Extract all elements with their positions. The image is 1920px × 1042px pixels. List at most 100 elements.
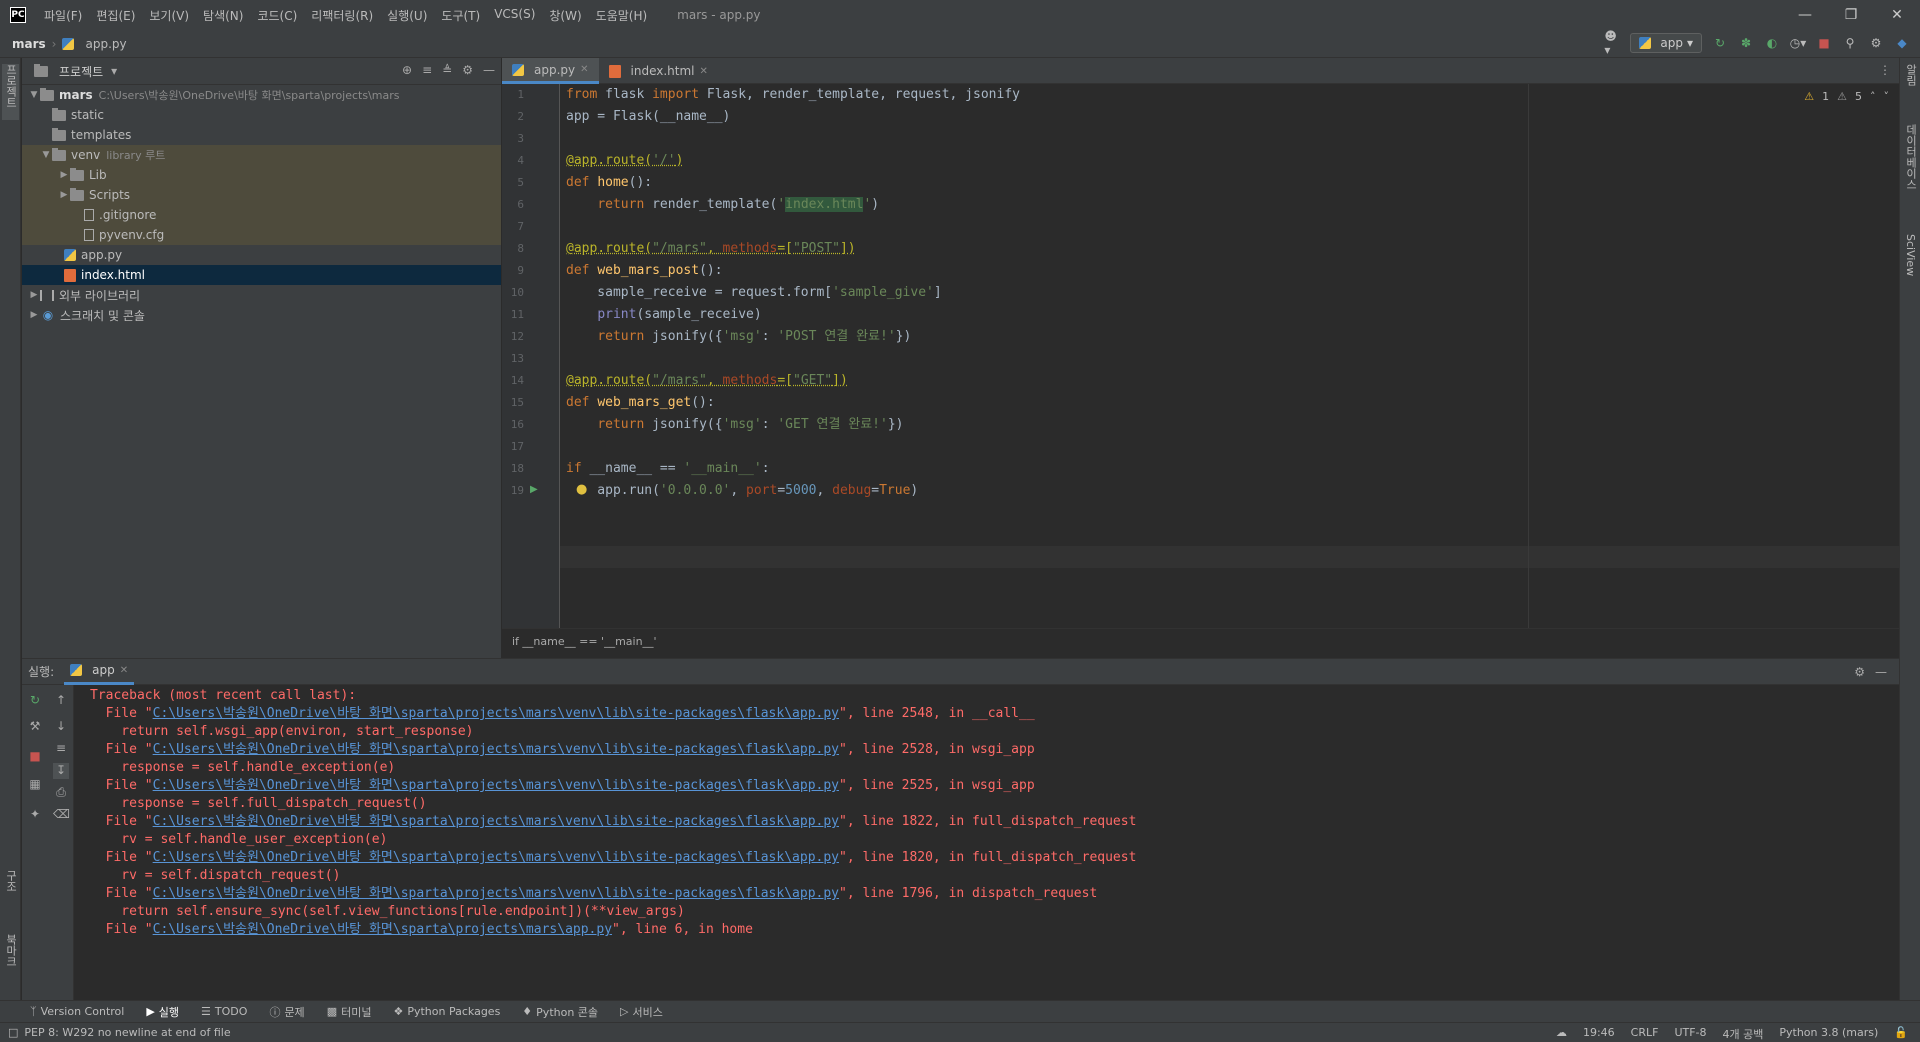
tab-index-html[interactable]: index.html ✕ (599, 58, 718, 84)
soft-wrap-icon[interactable]: ≡ (53, 741, 69, 757)
traceback-file-link[interactable]: C:\Users\박송원\OneDrive\바탕 화면\sparta\proje… (153, 706, 839, 721)
run-settings-gear-icon[interactable]: ⚙ (1854, 665, 1865, 679)
expand-arrow-icon[interactable]: ▶ (58, 190, 70, 200)
print-icon[interactable]: ⎙ (53, 785, 69, 801)
stop-icon[interactable]: ■ (27, 749, 43, 765)
coverage-icon[interactable]: ◐ (1764, 35, 1780, 51)
menu-navigate[interactable]: 탐색(N) (203, 7, 243, 24)
status-square-icon[interactable]: □ (8, 1026, 18, 1039)
menu-vcs[interactable]: VCS(S) (494, 7, 535, 24)
tree-item-venv[interactable]: ▼ venv library 루트 (22, 145, 501, 165)
tool-python-packages[interactable]: ❖ Python Packages (393, 1005, 500, 1018)
profile-icon[interactable]: ◷▾ (1790, 35, 1807, 51)
tree-item-pyvenv-cfg[interactable]: pyvenv.cfg (22, 225, 501, 245)
tree-item-external-libraries[interactable]: ▶ 외부 라이브러리 (22, 285, 501, 305)
scroll-to-end-icon[interactable]: ↧ (53, 763, 69, 779)
project-panel-title[interactable]: 프로젝트 (59, 63, 103, 80)
minimize-button[interactable]: — (1782, 0, 1828, 30)
menu-view[interactable]: 보기(V) (149, 7, 189, 24)
bookmarks-tool-tab[interactable]: 북마크 (2, 934, 19, 984)
tool-python-console[interactable]: ♦ Python 콘솔 (522, 1004, 598, 1020)
expand-arrow-icon[interactable]: ▶ (28, 290, 40, 300)
menu-window[interactable]: 창(W) (549, 7, 581, 24)
expand-arrow-icon[interactable]: ▶ (28, 310, 40, 320)
tree-item-templates[interactable]: templates (22, 125, 501, 145)
search-icon[interactable]: ⚲ (1842, 35, 1858, 51)
tab-app-py[interactable]: app.py ✕ (502, 58, 599, 84)
wrench-icon[interactable]: ⚒ (27, 719, 43, 735)
tree-item-scripts[interactable]: ▶ Scripts (22, 185, 501, 205)
pin-icon[interactable]: ✦ (27, 807, 43, 823)
hide-panel-icon[interactable]: — (1875, 665, 1887, 679)
close-tab-icon[interactable]: ✕ (580, 64, 588, 75)
menu-refactor[interactable]: 리팩터링(R) (311, 7, 373, 24)
settings-gear-icon[interactable]: ⚙ (1868, 35, 1884, 51)
tool-run[interactable]: ▶ 실행 (146, 1004, 179, 1020)
close-window-button[interactable]: ✕ (1874, 0, 1920, 30)
background-tasks-icon[interactable]: ☁ (1556, 1026, 1567, 1042)
lock-icon[interactable]: 🔓 (1894, 1026, 1908, 1042)
menu-run[interactable]: 실행(U) (387, 7, 427, 24)
expand-all-icon[interactable]: ≡ (422, 63, 432, 77)
menu-edit[interactable]: 편집(E) (96, 7, 135, 24)
tool-todo[interactable]: ☰ TODO (201, 1005, 247, 1018)
tree-item-scratches[interactable]: ▶ ◉ 스크래치 및 콘솔 (22, 305, 501, 325)
run-config-selector[interactable]: app ▾ (1630, 33, 1702, 53)
menu-tools[interactable]: 도구(T) (441, 7, 480, 24)
tool-version-control[interactable]: ᛉ Version Control (30, 1005, 124, 1018)
layout-icon[interactable]: ▦ (27, 777, 43, 793)
console-output[interactable]: Traceback (most recent call last): File … (90, 685, 1880, 1001)
expand-arrow-icon[interactable]: ▶ (58, 170, 70, 180)
rerun-icon[interactable]: ↻ (1712, 35, 1728, 51)
stop-icon[interactable]: ■ (1816, 35, 1832, 51)
project-tool-tab[interactable]: 프로젝트 (2, 64, 19, 120)
cursor-time[interactable]: 19:46 (1583, 1026, 1615, 1042)
hide-panel-icon[interactable]: — (483, 63, 495, 77)
sciview-tool-tab[interactable]: SciView (1902, 234, 1919, 294)
scroll-up-icon[interactable]: ↑ (53, 693, 69, 709)
menu-help[interactable]: 도움말(H) (596, 7, 648, 24)
tree-item-gitignore[interactable]: .gitignore (22, 205, 501, 225)
expand-arrow-icon[interactable]: ▼ (40, 150, 52, 160)
database-tool-tab[interactable]: 데이터베이스 (1902, 124, 1919, 214)
indent-setting[interactable]: 4개 공백 (1723, 1026, 1764, 1042)
jetbrains-toolbox-icon[interactable]: ◆ (1894, 35, 1910, 51)
editor-breadcrumb[interactable]: if __name__ == '__main__' (502, 628, 1899, 658)
tree-item-static[interactable]: static (22, 105, 501, 125)
run-gutter-icon[interactable]: ▶ (530, 484, 538, 495)
menu-file[interactable]: 파일(F) (44, 7, 82, 24)
chevron-down-icon[interactable]: ▾ (111, 64, 117, 78)
restore-button[interactable]: ❐ (1828, 0, 1874, 30)
tree-item-index-html[interactable]: index.html (22, 265, 501, 285)
traceback-file-link[interactable]: C:\Users\박송원\OneDrive\바탕 화면\sparta\proje… (153, 742, 839, 757)
trash-icon[interactable]: ⌫ (53, 807, 70, 823)
locate-file-icon[interactable]: ⊕ (402, 63, 412, 77)
tree-item-app-py[interactable]: app.py (22, 245, 501, 265)
tool-services[interactable]: ▷ 서비스 (620, 1004, 663, 1020)
traceback-file-link[interactable]: C:\Users\박송원\OneDrive\바탕 화면\sparta\proje… (153, 814, 839, 829)
python-interpreter[interactable]: Python 3.8 (mars) (1779, 1026, 1878, 1042)
close-tab-icon[interactable]: ✕ (700, 66, 708, 77)
run-tab-app[interactable]: app ✕ (64, 659, 135, 685)
expand-arrow-icon[interactable]: ▼ (28, 90, 40, 100)
tree-item-lib[interactable]: ▶ Lib (22, 165, 501, 185)
close-tab-icon[interactable]: ✕ (120, 665, 128, 676)
inspection-widget[interactable]: ⚠ 1 ⚠ 5 ˄ ˅ (1804, 90, 1889, 103)
previous-highlight-icon[interactable]: ˄ (1870, 90, 1876, 103)
rerun-icon[interactable]: ↻ (27, 693, 43, 709)
file-encoding[interactable]: UTF-8 (1674, 1026, 1706, 1042)
options-gear-icon[interactable]: ⚙ (462, 63, 473, 77)
breadcrumb-project[interactable]: mars (12, 37, 46, 51)
traceback-file-link[interactable]: C:\Users\박송원\OneDrive\바탕 화면\sparta\proje… (153, 922, 612, 937)
traceback-file-link[interactable]: C:\Users\박송원\OneDrive\바탕 화면\sparta\proje… (153, 850, 839, 865)
breadcrumb-file[interactable]: app.py (85, 37, 126, 51)
tool-terminal[interactable]: ▩ 터미널 (327, 1004, 372, 1020)
traceback-file-link[interactable]: C:\Users\박송원\OneDrive\바탕 화면\sparta\proje… (153, 886, 839, 901)
user-icon[interactable]: ☻▾ (1604, 29, 1620, 57)
debug-icon[interactable]: ✽ (1738, 35, 1754, 51)
intention-bulb-icon[interactable]: ● (576, 482, 587, 497)
structure-tool-tab[interactable]: 구조 (2, 870, 19, 910)
traceback-file-link[interactable]: C:\Users\박송원\OneDrive\바탕 화면\sparta\proje… (153, 778, 839, 793)
tree-root-mars[interactable]: ▼ mars C:\Users\박송원\OneDrive\바탕 화면\spart… (22, 85, 501, 105)
notifications-tool-tab[interactable]: 알림 (1902, 64, 1919, 104)
